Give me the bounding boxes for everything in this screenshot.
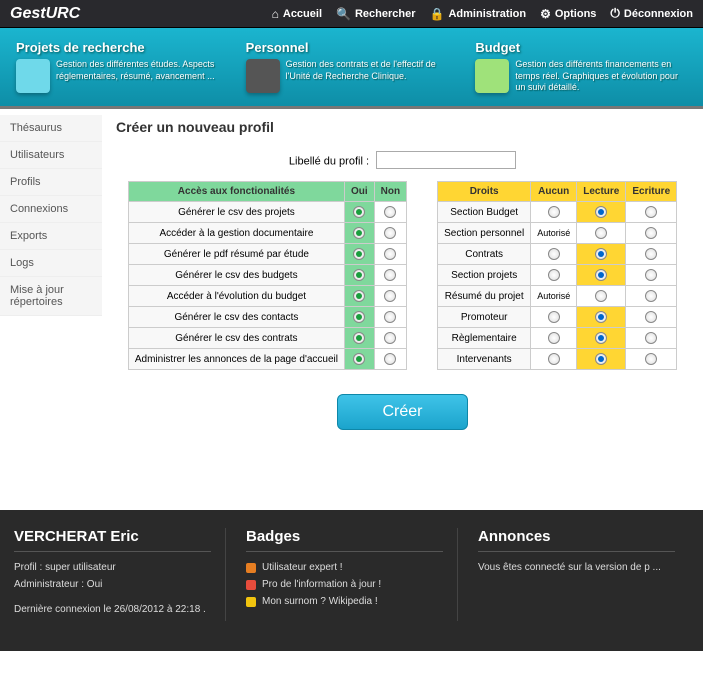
- footer-annonces: Annonces Vous êtes connecté sur la versi…: [478, 528, 689, 621]
- sidebar-item[interactable]: Connexions: [0, 196, 102, 223]
- footer-badges: Badges Utilisateur expert !Pro de l'info…: [246, 528, 458, 621]
- func-table: Accès aux fonctionalitésOuiNonGénérer le…: [128, 181, 407, 370]
- radio-non[interactable]: [384, 269, 396, 281]
- sidebar-item[interactable]: Logs: [0, 250, 102, 277]
- droit-row-label: Résumé du projet: [438, 286, 531, 307]
- radio-aucun[interactable]: [548, 332, 560, 344]
- radio-non[interactable]: [384, 311, 396, 323]
- func-row-label: Accéder à l'évolution du budget: [128, 286, 344, 307]
- banner-personnel[interactable]: Personnel Gestion des contrats et de l'e…: [240, 36, 464, 98]
- radio-oui[interactable]: [353, 269, 365, 281]
- radio-lecture[interactable]: [595, 206, 607, 218]
- nav-accueil[interactable]: ⌂Accueil: [272, 6, 322, 21]
- radio-non[interactable]: [384, 206, 396, 218]
- radio-aucun[interactable]: [548, 353, 560, 365]
- badge-icon: [246, 563, 256, 573]
- func-row-label: Générer le csv des contacts: [128, 307, 344, 328]
- libelle-input[interactable]: [376, 151, 516, 169]
- radio-aucun[interactable]: [548, 206, 560, 218]
- badge-item: Utilisateur expert !: [246, 562, 443, 573]
- nav-rechercher[interactable]: 🔍Rechercher: [336, 6, 416, 21]
- nav-deconnexion[interactable]: ⏻Déconnexion: [610, 6, 693, 21]
- func-row-label: Générer le pdf résumé par étude: [128, 244, 344, 265]
- sidebar-item[interactable]: Profils: [0, 169, 102, 196]
- func-row-label: Accéder à la gestion documentaire: [128, 223, 344, 244]
- radio-lecture[interactable]: [595, 227, 607, 239]
- badge-icon: [246, 597, 256, 607]
- radio-ecriture[interactable]: [645, 269, 657, 281]
- banner-projets[interactable]: Projets de recherche Gestion des différe…: [10, 36, 234, 98]
- radio-oui[interactable]: [353, 311, 365, 323]
- badge-item: Pro de l'information à jour !: [246, 579, 443, 590]
- radio-oui[interactable]: [353, 332, 365, 344]
- droit-row-label: Section personnel: [438, 223, 531, 244]
- home-icon: ⌂: [272, 7, 279, 21]
- create-button[interactable]: Créer: [337, 394, 467, 430]
- radio-oui[interactable]: [353, 227, 365, 239]
- sidebar: ThésaurusUtilisateursProfilsConnexionsEx…: [0, 109, 102, 470]
- radio-ecriture[interactable]: [645, 353, 657, 365]
- footer-user: VERCHERAT Eric Profil : super utilisateu…: [14, 528, 226, 621]
- droit-row-label: Promoteur: [438, 307, 531, 328]
- func-row-label: Générer le csv des budgets: [128, 265, 344, 286]
- sidebar-item[interactable]: Mise à jour répertoires: [0, 277, 102, 316]
- radio-lecture[interactable]: [595, 269, 607, 281]
- func-row-label: Générer le csv des contrats: [128, 328, 344, 349]
- radio-ecriture[interactable]: [645, 332, 657, 344]
- radio-oui[interactable]: [353, 353, 365, 365]
- radio-lecture[interactable]: [595, 353, 607, 365]
- radio-oui[interactable]: [353, 248, 365, 260]
- app-logo: GestURC: [10, 5, 272, 23]
- lock-icon: 🔒: [430, 7, 445, 21]
- radio-oui[interactable]: [353, 290, 365, 302]
- droit-row-label: Contrats: [438, 244, 531, 265]
- radio-non[interactable]: [384, 332, 396, 344]
- radio-ecriture[interactable]: [645, 311, 657, 323]
- nav-admin[interactable]: 🔒Administration: [430, 6, 527, 21]
- folder-icon: [16, 59, 50, 93]
- libelle-label: Libellé du profil :: [289, 156, 369, 168]
- badge-icon: [246, 580, 256, 590]
- people-icon: [246, 59, 280, 93]
- banner-budget[interactable]: Budget Gestion des différents financemen…: [469, 36, 693, 98]
- radio-non[interactable]: [384, 290, 396, 302]
- power-icon: ⏻: [610, 6, 620, 21]
- radio-non[interactable]: [384, 353, 396, 365]
- radio-ecriture[interactable]: [645, 206, 657, 218]
- droit-row-label: Section Budget: [438, 202, 531, 223]
- search-icon: 🔍: [336, 7, 351, 21]
- radio-lecture[interactable]: [595, 248, 607, 260]
- radio-lecture[interactable]: [595, 290, 607, 302]
- radio-aucun[interactable]: [548, 248, 560, 260]
- droits-table: DroitsAucunLectureEcritureSection Budget…: [437, 181, 677, 370]
- money-icon: [475, 59, 509, 93]
- radio-ecriture[interactable]: [645, 227, 657, 239]
- radio-non[interactable]: [384, 227, 396, 239]
- radio-lecture[interactable]: [595, 332, 607, 344]
- radio-non[interactable]: [384, 248, 396, 260]
- droit-row-label: Intervenants: [438, 349, 531, 370]
- func-row-label: Administrer les annonces de la page d'ac…: [128, 349, 344, 370]
- droit-row-label: Règlementaire: [438, 328, 531, 349]
- func-row-label: Générer le csv des projets: [128, 202, 344, 223]
- sidebar-item[interactable]: Exports: [0, 223, 102, 250]
- radio-lecture[interactable]: [595, 311, 607, 323]
- radio-oui[interactable]: [353, 206, 365, 218]
- sidebar-item[interactable]: Thésaurus: [0, 115, 102, 142]
- badge-item: Mon surnom ? Wikipedia !: [246, 596, 443, 607]
- sidebar-item[interactable]: Utilisateurs: [0, 142, 102, 169]
- radio-ecriture[interactable]: [645, 248, 657, 260]
- radio-ecriture[interactable]: [645, 290, 657, 302]
- page-title: Créer un nouveau profil: [116, 119, 689, 135]
- droit-row-label: Section projets: [438, 265, 531, 286]
- radio-aucun[interactable]: [548, 269, 560, 281]
- gear-icon: ⚙: [540, 7, 551, 21]
- nav-options[interactable]: ⚙Options: [540, 6, 596, 21]
- radio-aucun[interactable]: [548, 311, 560, 323]
